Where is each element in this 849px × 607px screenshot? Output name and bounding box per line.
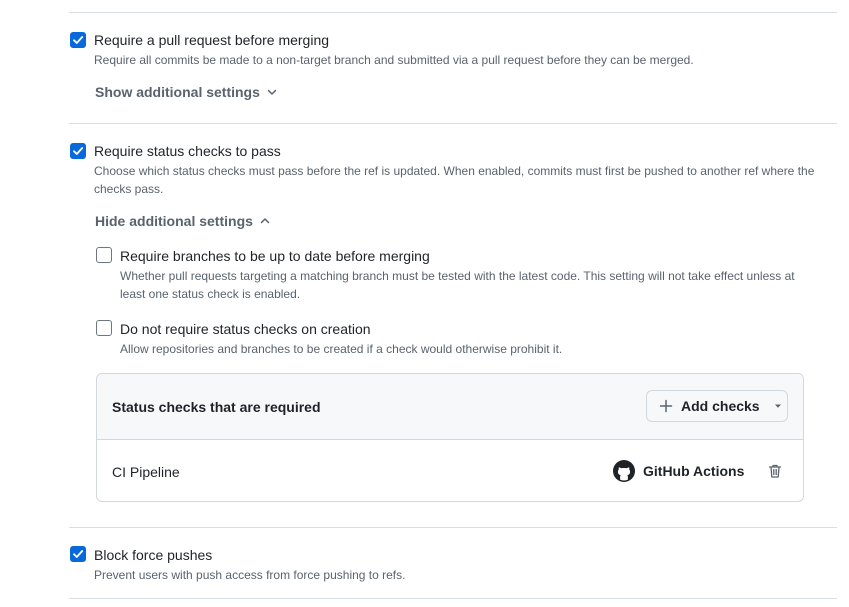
triangle-down-icon — [774, 404, 781, 408]
add-checks-label: Add checks — [681, 398, 760, 414]
github-logo-icon — [613, 460, 635, 482]
block-force-pushes-checkbox[interactable] — [70, 546, 86, 562]
divider — [69, 527, 837, 528]
status-check-name: CI Pipeline — [112, 464, 180, 480]
require-branches-up-to-date-label[interactable]: Require branches to be up to date before… — [120, 248, 430, 264]
block-force-pushes-description: Prevent users with push access from forc… — [94, 568, 406, 582]
require-pull-request-checkbox[interactable] — [70, 32, 86, 48]
checkmark-icon — [73, 36, 84, 44]
checkmark-icon — [73, 147, 84, 155]
required-status-checks-panel: Status checks that are required Add chec… — [96, 373, 804, 502]
toggle-label: Show additional settings — [95, 84, 260, 100]
no-status-checks-on-creation-label[interactable]: Do not require status checks on creation — [120, 321, 371, 337]
require-branches-up-to-date-description-line1: Whether pull requests targeting a matchi… — [120, 269, 795, 283]
require-pull-request-label[interactable]: Require a pull request before merging — [94, 32, 329, 48]
checkmark-icon — [73, 550, 84, 558]
require-status-checks-label[interactable]: Require status checks to pass — [94, 143, 281, 159]
chevron-up-icon — [260, 218, 270, 224]
require-status-checks-checkbox[interactable] — [70, 143, 86, 159]
block-force-pushes-label[interactable]: Block force pushes — [94, 547, 212, 563]
no-status-checks-on-creation-checkbox[interactable] — [96, 320, 112, 336]
divider — [69, 123, 837, 124]
plus-icon — [659, 399, 673, 413]
require-status-checks-description-line1: Choose which status checks must pass bef… — [94, 164, 815, 178]
chevron-down-icon — [267, 89, 277, 95]
add-checks-button[interactable]: Add checks — [646, 390, 788, 422]
divider — [69, 598, 837, 599]
toggle-label: Hide additional settings — [95, 213, 253, 229]
status-check-app: GitHub Actions — [643, 463, 745, 479]
panel-title: Status checks that are required — [112, 399, 321, 415]
require-status-checks-description-line2: checks pass. — [94, 182, 164, 196]
divider — [69, 12, 837, 13]
panel-header: Status checks that are required Add chec… — [97, 374, 803, 440]
require-branches-up-to-date-checkbox[interactable] — [96, 247, 112, 263]
show-additional-settings-toggle[interactable]: Show additional settings — [95, 84, 278, 100]
require-branches-up-to-date-description-line2: least one status check is enabled. — [120, 287, 301, 301]
no-status-checks-on-creation-description: Allow repositories and branches to be cr… — [120, 342, 563, 356]
require-pull-request-description: Require all commits be made to a non-tar… — [94, 53, 694, 67]
hide-additional-settings-toggle[interactable]: Hide additional settings — [95, 213, 271, 229]
trash-icon[interactable] — [767, 463, 783, 479]
